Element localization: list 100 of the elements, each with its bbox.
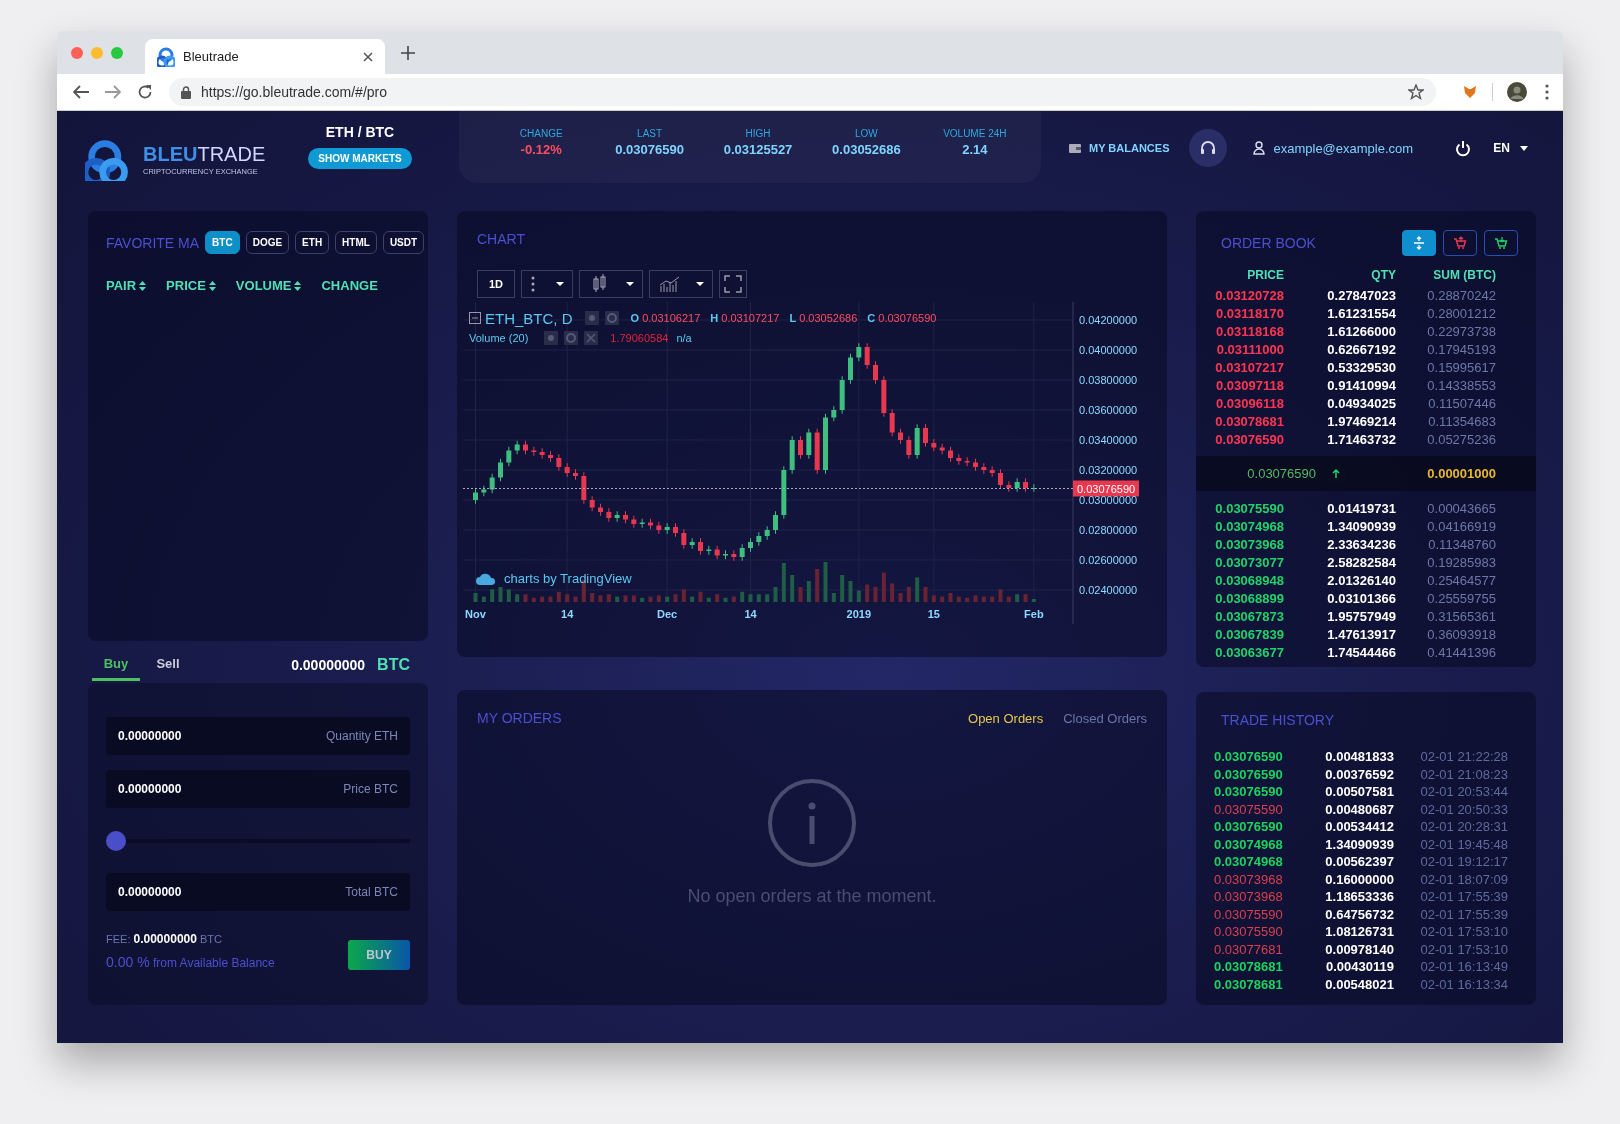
column-header[interactable]: PRICE [166, 278, 216, 293]
trade-tab[interactable]: Buy [92, 656, 140, 681]
sum-cell-text: 0.11354683 [1427, 413, 1496, 429]
avatar-icon[interactable] [1507, 82, 1527, 102]
market-tab[interactable]: BTC [205, 231, 240, 254]
close-icon[interactable] [363, 51, 373, 62]
price-cell-text: 0.03073968 [1214, 889, 1284, 905]
interval-button[interactable]: 1D [477, 270, 515, 298]
market-tab[interactable]: ETH [295, 231, 330, 254]
candle [864, 342, 870, 370]
sum-cell-text: 0.14338553 [1426, 377, 1496, 393]
quantity-cell-text: 1.61231554 [1326, 305, 1396, 321]
axis-label: 0.02400000 [1079, 584, 1138, 596]
market-tab[interactable]: HTML [335, 231, 377, 254]
candle [998, 468, 1003, 490]
price-cell-text: 0.03075590 [1214, 500, 1284, 516]
buy-orders-button[interactable] [1484, 230, 1518, 256]
user-icon [1253, 141, 1266, 155]
market-tab[interactable]: DOGE [245, 231, 290, 254]
candle [573, 468, 578, 481]
lock-icon [181, 85, 191, 99]
orders-tab[interactable]: Open Orders [968, 710, 1044, 726]
quantity-cell-text: 0.64756732 [1324, 906, 1394, 922]
candle [989, 465, 995, 478]
sum-cell-text: 0.05275236 [1426, 431, 1496, 447]
candle [514, 440, 520, 455]
indicators-button[interactable] [521, 270, 573, 298]
price-cell-text: 0.03067839 [1214, 626, 1284, 642]
sum-cell-text: 0.15995617 [1426, 359, 1496, 375]
candle [873, 360, 878, 385]
orders-tab[interactable]: Closed Orders [1063, 710, 1147, 726]
sum-cell-text: 0.17945193 [1426, 341, 1496, 357]
cart-icon [1492, 234, 1510, 252]
axis-label: 14 [561, 608, 574, 620]
sum-cell-text: 0.28870242 [1426, 287, 1496, 303]
price-cell-text: 0.03078681 [1214, 976, 1284, 992]
fullscreen-button[interactable] [719, 270, 747, 298]
fee-text: FEE: 0.00000000 BTC [106, 932, 223, 946]
candle [473, 488, 478, 505]
candle [906, 435, 912, 460]
column-header[interactable]: CHANGE [321, 278, 378, 293]
power-icon[interactable] [1455, 139, 1472, 157]
candle [739, 543, 745, 562]
stat-value: 0.03076590 [614, 142, 685, 157]
candle [773, 510, 778, 535]
candle [798, 435, 803, 460]
ohlc-value: L 0.03052686 [789, 312, 858, 324]
candle [698, 537, 703, 556]
star-icon[interactable] [1408, 84, 1424, 100]
candle [639, 518, 645, 529]
account-email-link[interactable]: example@example.com [1253, 140, 1414, 156]
price-cell-text: 0.03075590 [1214, 906, 1284, 922]
column-header[interactable]: VOLUME [235, 278, 302, 293]
time-cell-text: 02-01 18:07:09 [1419, 871, 1508, 887]
reload-icon[interactable] [137, 84, 153, 100]
candle [623, 510, 628, 524]
price-label: 0.03076590 [1073, 480, 1139, 497]
candle [848, 353, 853, 385]
studies-button[interactable] [649, 270, 713, 298]
candle [673, 522, 678, 538]
price-cell-text: 0.03073968 [1214, 871, 1284, 887]
candle [481, 485, 487, 497]
sum-cell-text: 0.11348760 [1427, 536, 1496, 552]
time-cell-text: 02-01 17:55:39 [1419, 906, 1508, 922]
column-header[interactable]: PAIR [106, 278, 147, 293]
market-tab[interactable]: USDT [382, 231, 425, 254]
candle [764, 525, 770, 541]
time-cell-text: 02-01 21:22:28 [1419, 749, 1508, 765]
candle [948, 446, 953, 463]
browser-tab[interactable]: Bleutrade [145, 39, 385, 74]
price-cell-text: 0.03118170 [1215, 305, 1284, 321]
price-cell-text: 0.03077681 [1214, 941, 1284, 957]
price-cell-text: 0.03111000 [1215, 341, 1284, 357]
language-dropdown[interactable]: EN [1493, 141, 1528, 155]
sum-cell-text: 0.28001212 [1426, 305, 1496, 321]
menu-icon[interactable] [1545, 84, 1549, 100]
slider-thumb[interactable] [106, 831, 126, 851]
quantity-cell-text: 0.16000000 [1324, 871, 1394, 887]
candle [606, 507, 612, 523]
panel-title: TRADE HISTORY [1221, 712, 1336, 728]
trade-tab[interactable]: Sell [144, 656, 192, 681]
my-balances-link[interactable]: MY BALANCES [1069, 142, 1170, 154]
back-icon[interactable] [73, 85, 89, 99]
symbol-label: ETH_BTC, D [485, 309, 573, 327]
info-icon [767, 778, 857, 868]
tradingview-link[interactable]: charts by TradingView [475, 571, 632, 586]
time-cell-text: 02-01 19:12:17 [1419, 854, 1508, 870]
extension-icon[interactable] [1462, 84, 1478, 100]
candle [548, 450, 553, 463]
candle [539, 447, 545, 460]
sell-orders-button[interactable] [1443, 230, 1477, 256]
address-bar[interactable]: https://go.bleutrade.com/#/pro [169, 78, 1436, 106]
forward-icon[interactable] [105, 85, 121, 99]
candle [806, 428, 812, 460]
headset-button[interactable] [1189, 129, 1228, 167]
candle [598, 503, 603, 517]
both-sides-button[interactable] [1402, 230, 1436, 256]
candle-type-button[interactable] [579, 270, 643, 298]
new-tab-icon[interactable] [401, 45, 415, 60]
last-price: 0.03076590 [1247, 466, 1316, 481]
